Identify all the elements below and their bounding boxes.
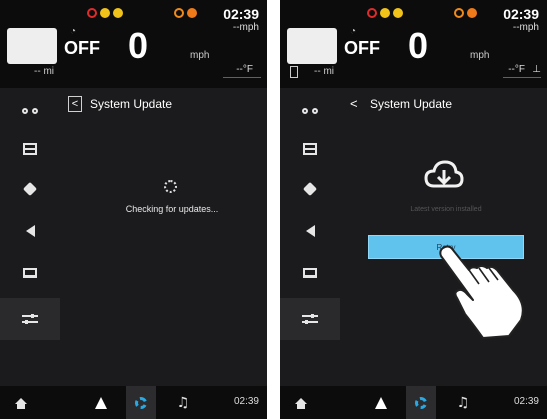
bottom-nav: ♫ 02:39	[0, 386, 267, 419]
back-button[interactable]: <	[350, 96, 362, 112]
settings-sliders-icon	[22, 314, 38, 324]
temperature-underline	[223, 77, 261, 78]
bottom-clock: 02:39	[513, 396, 539, 407]
back-button[interactable]: <	[68, 96, 82, 112]
cloud-download-icon	[424, 160, 464, 188]
satellite-icon	[22, 181, 38, 197]
latest-version-text: Latest version installed	[410, 206, 482, 213]
range-readout: -- mi	[314, 66, 334, 77]
speed-unit: mph	[470, 50, 490, 61]
battery-warning-icon	[380, 8, 390, 18]
warning-lights	[367, 8, 403, 18]
navigation-icon	[95, 396, 107, 409]
warning-lights	[87, 8, 123, 18]
nav-music[interactable]: ♫	[448, 386, 478, 419]
speed-unit-top: --mph	[512, 22, 539, 33]
navigation-icon	[375, 396, 387, 409]
speaker-icon	[305, 225, 315, 237]
page-title: System Update	[90, 97, 173, 111]
settings-icon	[415, 396, 427, 409]
motorcycle-icon	[302, 105, 318, 114]
speed-value: 0	[128, 25, 149, 66]
gear-indicator-box	[287, 28, 337, 64]
cruise-icon: ◔	[350, 26, 357, 37]
music-icon: ♫	[176, 394, 190, 411]
bottom-clock: 02:39	[233, 396, 259, 407]
thermometer-icon: ⊥	[532, 64, 541, 75]
pointing-hand-icon	[439, 245, 524, 339]
abs-warning-icon	[393, 8, 403, 18]
display-icon	[23, 268, 37, 278]
display-icon	[303, 268, 317, 278]
left-screen: 02:39 --mph ◔ OFF 0 mph -- mi --°F < Sys…	[0, 0, 267, 419]
home-icon	[15, 397, 27, 409]
speed-unit-top: --mph	[232, 22, 259, 33]
abs-warning-icon	[113, 8, 123, 18]
status-bar: 02:39 --mph ◔ OFF 0 mph -- mi --°F	[0, 0, 267, 88]
clock: 02:39	[223, 6, 259, 22]
home-icon	[295, 397, 307, 409]
sidebar-item-connectivity[interactable]	[280, 168, 340, 210]
nav-home[interactable]	[6, 386, 36, 419]
sidebar-item-audio[interactable]	[280, 210, 340, 252]
fuel-icon	[290, 66, 298, 78]
speed-unit: mph	[190, 50, 210, 61]
right-screen: 02:39 --mph ◔ OFF 0 mph -- mi --°F ⊥ < S…	[280, 0, 547, 419]
sidebar-item-vehicle[interactable]	[0, 88, 60, 130]
indicator-lights	[174, 8, 197, 18]
sidebar-item-vehicle[interactable]	[280, 88, 340, 130]
oil-warning-icon	[187, 8, 197, 18]
settings-sliders-icon	[302, 314, 318, 324]
speaker-icon	[25, 225, 35, 237]
satellite-icon	[302, 181, 318, 197]
gear-indicator-box	[7, 28, 57, 64]
tire-pressure-icon	[454, 8, 464, 18]
sidebar-item-settings[interactable]	[0, 298, 60, 340]
status-bar: 02:39 --mph ◔ OFF 0 mph -- mi --°F ⊥	[280, 0, 547, 88]
sidebar-item-connectivity[interactable]	[0, 168, 60, 210]
sidebar-item-display[interactable]	[0, 252, 60, 294]
oil-warning-icon	[467, 8, 477, 18]
cruise-icon: ◔	[70, 26, 77, 37]
indicator-lights	[454, 8, 477, 18]
dashboard-icon	[23, 143, 37, 155]
sidebar-item-dashboard[interactable]	[280, 128, 340, 170]
music-icon: ♫	[456, 394, 470, 411]
checking-status-text: Checking for updates...	[125, 204, 219, 214]
nav-settings[interactable]	[126, 386, 156, 419]
bottom-nav: ♫ 02:39	[280, 386, 547, 419]
sidebar-item-dashboard[interactable]	[0, 128, 60, 170]
dashboard-icon	[303, 143, 317, 155]
sidebar-item-display[interactable]	[280, 252, 340, 294]
sidebar-item-audio[interactable]	[0, 210, 60, 252]
speed-value: 0	[408, 25, 429, 66]
battery-warning-icon	[100, 8, 110, 18]
nav-home[interactable]	[286, 386, 316, 419]
temperature-readout: --°F	[236, 64, 253, 75]
engine-warning-icon	[87, 8, 97, 18]
nav-navigation[interactable]	[86, 386, 116, 419]
tire-pressure-icon	[174, 8, 184, 18]
engine-warning-icon	[367, 8, 377, 18]
range-readout: -- mi	[34, 66, 54, 77]
nav-navigation[interactable]	[366, 386, 396, 419]
motorcycle-icon	[22, 105, 38, 114]
settings-icon	[135, 396, 147, 409]
page-title: System Update	[370, 97, 453, 111]
cruise-status: OFF	[64, 38, 100, 58]
clock: 02:39	[503, 6, 539, 22]
loading-spinner-icon	[164, 180, 177, 193]
temperature-underline	[503, 77, 541, 78]
nav-settings[interactable]	[406, 386, 436, 419]
cruise-status: OFF	[344, 38, 380, 58]
temperature-readout: --°F	[508, 64, 525, 75]
sidebar-item-settings[interactable]	[280, 298, 340, 340]
nav-music[interactable]: ♫	[168, 386, 198, 419]
